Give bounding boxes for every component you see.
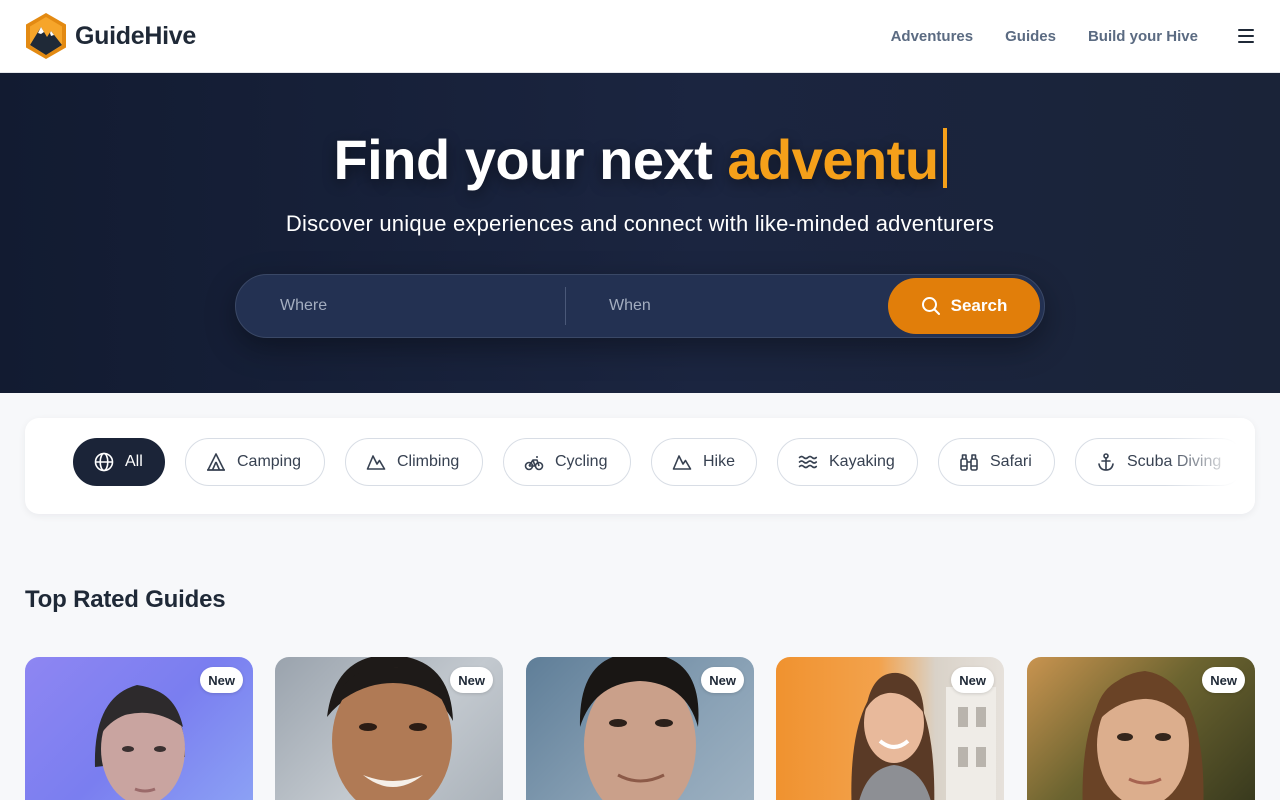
category-label: Cycling [555, 453, 608, 470]
brand-name: GuideHive [75, 21, 196, 50]
search-icon [921, 297, 940, 315]
category-label: All [125, 453, 143, 470]
nav-adventures[interactable]: Adventures [891, 28, 974, 45]
section-title-top-rated-guides: Top Rated Guides [25, 586, 226, 613]
category-label: Hike [703, 453, 736, 470]
new-badge: New [450, 667, 493, 693]
search-divider [565, 287, 566, 325]
hamburger-menu-icon[interactable] [1238, 29, 1256, 43]
hero-subtitle: Discover unique experiences and connect … [285, 211, 995, 236]
hive-logo-icon [26, 13, 66, 59]
nav-build-your-hive[interactable]: Build your Hive [1088, 28, 1198, 45]
category-chip-climbing[interactable]: Climbing [345, 438, 483, 486]
site-header: GuideHive Adventures Guides Build your H… [0, 0, 1280, 73]
scroll-fade-overlay [1165, 418, 1255, 514]
hero-title-accent: adventu [727, 128, 939, 191]
anchor-icon [1098, 453, 1114, 471]
bike-icon [524, 456, 544, 471]
search-button-label: Search [950, 296, 1008, 315]
globe-icon [94, 452, 114, 472]
new-badge: New [701, 667, 744, 693]
where-placeholder: Where [280, 297, 328, 314]
new-badge: New [200, 667, 243, 693]
new-badge: New [951, 667, 994, 693]
brand-logo[interactable]: GuideHive [24, 11, 196, 61]
hero-title-main: Find your next [333, 128, 728, 191]
new-badge: New [1202, 667, 1245, 693]
guide-card[interactable]: New [776, 657, 1004, 800]
category-filter-bar: All Camping Climbing Cycling Hike Kayaki… [25, 418, 1255, 514]
category-chip-hike[interactable]: Hike [651, 438, 757, 486]
category-label: Safari [990, 453, 1032, 470]
search-button[interactable]: Search [888, 278, 1040, 334]
category-chip-cycling[interactable]: Cycling [503, 438, 631, 486]
category-chip-kayaking[interactable]: Kayaking [777, 438, 918, 486]
guide-card[interactable]: New [526, 657, 754, 800]
nav-guides[interactable]: Guides [1005, 28, 1056, 45]
tent-icon [207, 453, 225, 471]
when-input[interactable]: When [609, 275, 879, 337]
category-label: Climbing [397, 453, 460, 470]
category-label: Kayaking [829, 453, 895, 470]
guide-card[interactable]: New [25, 657, 253, 800]
mountain-icon [672, 455, 692, 470]
binoculars-icon [960, 454, 978, 471]
search-bar: Where When Search [235, 274, 1045, 338]
category-chip-safari[interactable]: Safari [938, 438, 1055, 486]
guide-card[interactable]: New [275, 657, 503, 800]
guide-card[interactable]: New [1027, 657, 1255, 800]
where-input[interactable]: Where [280, 275, 550, 337]
when-placeholder: When [609, 297, 651, 314]
category-chip-camping[interactable]: Camping [185, 438, 325, 486]
category-label: Camping [237, 453, 302, 470]
main-nav: Adventures Guides Build your Hive [859, 0, 1256, 72]
mountain-icon [366, 455, 386, 470]
waves-icon [798, 455, 818, 469]
typing-cursor [942, 128, 947, 188]
hero-section: Find your next adventu Discover unique e… [0, 73, 1280, 393]
hero-title: Find your next adventu [0, 127, 1280, 192]
category-chip-all[interactable]: All [73, 438, 165, 486]
